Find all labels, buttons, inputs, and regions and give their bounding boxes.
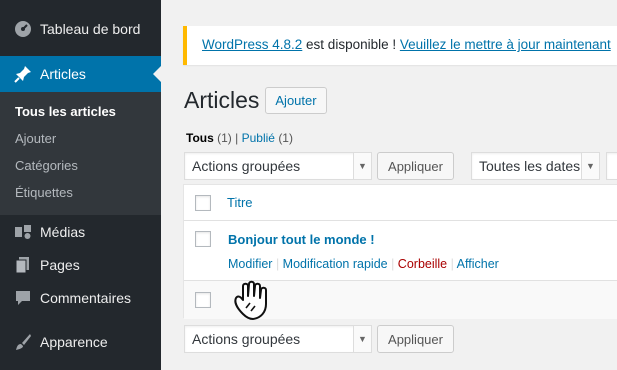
view-link[interactable]: Afficher (457, 257, 499, 271)
update-now-link[interactable]: Veuillez le mettre à jour maintenant (400, 37, 611, 52)
date-filter-select[interactable]: Toutes les dates ▼ (471, 152, 600, 180)
menu-item-articles[interactable]: Articles (0, 56, 161, 92)
menu-item-comments[interactable]: Commentaires (0, 284, 161, 312)
media-icon (13, 222, 33, 242)
submenu-categories[interactable]: Catégories (15, 158, 78, 173)
pages-icon (13, 255, 33, 275)
filter-separator: | (235, 131, 239, 145)
chevron-down-icon: ▼ (353, 153, 371, 179)
articles-submenu: Tous les articles Ajouter Catégories Éti… (0, 92, 161, 215)
post-title-link[interactable]: Bonjour tout le monde ! (228, 232, 375, 247)
apply-button-top[interactable]: Appliquer (377, 152, 454, 180)
menu-label-comments: Commentaires (40, 290, 132, 306)
filter-published[interactable]: Publié (242, 131, 275, 145)
filter-published-count: (1) (278, 131, 293, 145)
menu-item-dashboard[interactable]: Tableau de bord (0, 15, 161, 43)
row-checkbox[interactable] (195, 231, 211, 247)
column-title-header[interactable]: Titre (227, 195, 253, 210)
quick-edit-link[interactable]: Modification rapide (283, 257, 388, 271)
notice-text: est disponible ! (302, 37, 400, 52)
page-title: Articles (184, 87, 260, 113)
date-filter-value: Toutes les dates (479, 158, 581, 174)
bulk-actions-select-bottom[interactable]: Actions groupées ▼ (184, 325, 372, 353)
status-filters: Tous (1) | Publié (1) (186, 131, 293, 145)
brush-icon (13, 332, 33, 352)
active-menu-arrow (153, 66, 161, 82)
select-all-checkbox-bottom[interactable] (195, 292, 211, 308)
edit-link[interactable]: Modifier (228, 257, 272, 271)
category-filter-select[interactable] (606, 152, 617, 180)
chevron-down-icon: ▼ (581, 153, 599, 179)
select-all-checkbox[interactable] (195, 195, 211, 211)
dashboard-icon (13, 19, 33, 39)
bulk-actions-select-top[interactable]: Actions groupées ▼ (184, 152, 372, 180)
apply-button-bottom[interactable]: Appliquer (377, 325, 454, 353)
submenu-all-articles[interactable]: Tous les articles (15, 104, 116, 119)
submenu-tags[interactable]: Étiquettes (15, 185, 73, 200)
bulk-actions-value: Actions groupées (192, 331, 301, 347)
filter-all-count: (1) (217, 131, 232, 145)
menu-label-media: Médias (40, 224, 86, 240)
row-actions: Modifier | Modification rapide | Corbeil… (228, 257, 499, 271)
wordpress-version-link[interactable]: WordPress 4.8.2 (202, 37, 302, 52)
filter-all[interactable]: Tous (186, 131, 214, 145)
trash-link[interactable]: Corbeille (398, 257, 447, 271)
menu-item-pages[interactable]: Pages (0, 251, 161, 279)
menu-item-appearance[interactable]: Apparence (0, 328, 161, 356)
comments-icon (13, 288, 33, 308)
chevron-down-icon: ▼ (353, 326, 371, 352)
menu-label-pages: Pages (40, 257, 80, 273)
menu-label-articles: Articles (40, 66, 86, 82)
table-row: Bonjour tout le monde ! Modifier | Modif… (184, 221, 617, 280)
add-new-button[interactable]: Ajouter (265, 87, 327, 114)
bulk-actions-value: Actions groupées (192, 158, 301, 174)
pointer-hand-icon (225, 274, 277, 326)
menu-label-dashboard: Tableau de bord (40, 21, 141, 37)
admin-sidebar: Tableau de bord Articles Tous les articl… (0, 0, 161, 370)
menu-item-media[interactable]: Médias (0, 218, 161, 246)
pin-icon (13, 64, 33, 84)
table-header-row: Titre (184, 185, 617, 221)
menu-label-appearance: Apparence (40, 334, 108, 350)
submenu-add[interactable]: Ajouter (15, 131, 56, 146)
update-notice: WordPress 4.8.2 est disponible ! Veuille… (183, 26, 617, 65)
